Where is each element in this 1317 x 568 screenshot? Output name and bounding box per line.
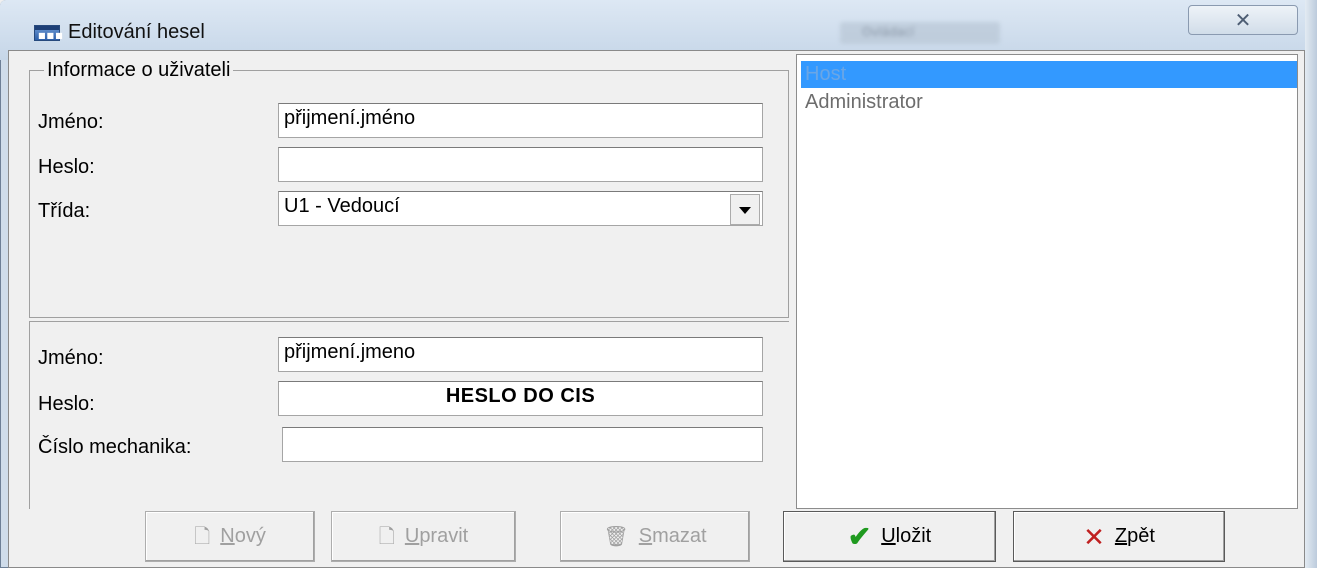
cis-name-label: Jméno: [38,347,104,369]
password-input[interactable] [278,147,763,182]
new-document-icon: 🗋 [194,525,211,548]
close-button[interactable]: ✕ [1188,5,1298,35]
list-item-administrator[interactable]: Administrator [801,89,1297,116]
list-item-host[interactable]: Host [801,61,1297,88]
window-edge [1305,0,1317,568]
delete-button[interactable]: 🗑 Smazat [560,511,750,562]
edit-document-icon: 🗋 [378,525,395,548]
close-icon: ✕ [1234,8,1252,32]
checkmark-icon: ✔ [847,520,872,552]
chevron-down-icon[interactable] [730,194,760,225]
app-window-icon: ■■■ [34,25,63,41]
back-button[interactable]: ✕ Zpět [1013,511,1225,562]
cis-password-label: Heslo: [38,393,95,415]
save-button[interactable]: ✔ Uložit [783,511,996,562]
name-input[interactable]: přijmení.jméno [278,103,763,138]
mechanic-number-label: Číslo mechanika: [38,436,192,458]
edit-button[interactable]: 🗋 Upravit [331,511,516,562]
class-label: Třída: [38,200,91,222]
trash-icon: 🗑 [603,525,629,548]
password-label: Heslo: [38,156,95,178]
user-list[interactable]: Host Administrator [796,54,1298,509]
background-window-ghost: Ovládací [840,22,1000,44]
window-title: Editování hesel [68,21,205,43]
cis-name-input[interactable]: přijmení.jmeno [278,337,763,372]
name-label: Jméno: [38,111,104,133]
x-icon: ✕ [1083,521,1105,552]
class-dropdown-value: U1 - Vedoucí [284,195,400,217]
class-dropdown[interactable]: U1 - Vedoucí [278,191,763,226]
new-button[interactable]: 🗋 Nový [145,511,315,562]
mechanic-number-input[interactable] [282,427,763,462]
group-title: Informace o uživateli [44,59,234,82]
cis-password-input[interactable]: HESLO DO CIS [278,381,763,416]
